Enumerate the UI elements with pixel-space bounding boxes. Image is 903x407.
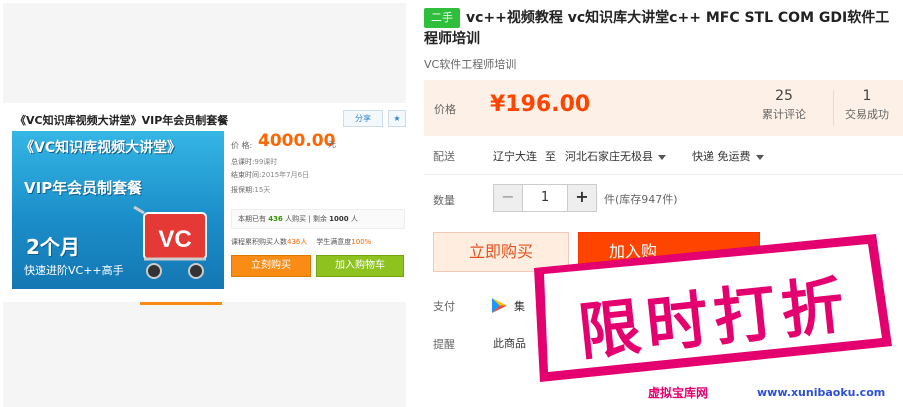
hint-label: 提醒 — [433, 338, 455, 351]
enrollment-stats: 本期已有 436 人购买 | 剩余 1000 人 — [231, 209, 405, 229]
reviews-label: 累计评论 — [762, 108, 806, 121]
ship-from: 辽宁大连 — [493, 150, 537, 163]
ship-destination-select[interactable]: 河北石家庄无极县 — [565, 148, 666, 164]
chevron-down-icon — [755, 154, 764, 160]
reviews-count: 25 — [775, 88, 793, 104]
ship-to-word: 至 — [545, 150, 556, 163]
shipping-label: 配送 — [433, 150, 455, 163]
product-title: vc++视频教程 vc知识库大讲堂c++ MFC STL COM GDI软件工程… — [424, 10, 890, 47]
reviews-stat[interactable]: 25 累计评论 — [762, 88, 806, 122]
watermark-url: www.xunibaoku.com — [757, 386, 886, 399]
product-image-card[interactable]: 《VC知识库视频大讲堂》VIP年会员制套餐 分享 ★ 《VC知识库视频大讲堂》 … — [3, 103, 406, 302]
card-buy-button[interactable]: 立刻购买 — [231, 255, 311, 277]
gallery-placeholder-top — [3, 3, 406, 103]
gallery-placeholder-bottom — [3, 302, 406, 407]
deals-stat[interactable]: 1 交易成功 — [845, 88, 889, 122]
second-hand-badge: 二手 — [424, 8, 460, 28]
meta-guarantee: 报保期:15天 — [231, 186, 271, 194]
stat-divider — [833, 90, 834, 126]
banner-title: 《VC知识库视频大讲堂》 — [20, 140, 182, 156]
payment-label: 支付 — [433, 300, 455, 313]
gallery-accent-strip — [140, 302, 222, 305]
course-banner-image: 《VC知识库视频大讲堂》 VIP年会员制套餐 VC 2个月 快速进阶VC++高手 — [12, 131, 224, 289]
satisfaction-stats: 课程累积购买人数436人 学生满意度100% — [231, 238, 372, 246]
card-price: 4000.00 — [258, 131, 336, 151]
share-button[interactable]: 分享 — [343, 110, 383, 127]
meta-end-date: 结束时间:2015年7月6日 — [231, 171, 310, 179]
product-price: ¥196.00 — [490, 92, 591, 117]
payment-method-icon — [492, 298, 507, 313]
quantity-decrease-button[interactable]: − — [494, 185, 522, 211]
product-subtitle: VC软件工程师培训 — [424, 58, 517, 71]
deals-label: 交易成功 — [845, 108, 889, 121]
meta-total-hours: 总课时:99课时 — [231, 158, 278, 166]
price-label: 价格 — [434, 103, 456, 116]
watermark-site-name: 虚拟宝库网 — [648, 386, 709, 400]
shopping-cart-icon: VC — [133, 205, 207, 279]
banner-tagline: 快速进阶VC++高手 — [24, 264, 124, 277]
quantity-increase-button[interactable]: + — [568, 185, 596, 211]
favorite-button[interactable]: ★ — [388, 110, 406, 127]
card-price-label: 价 格: — [231, 141, 253, 150]
divider — [424, 174, 903, 175]
price-panel: 价格 ¥196.00 25 累计评论 1 交易成功 — [424, 80, 903, 136]
quantity-stepper: − 1 + — [493, 184, 597, 212]
quantity-input[interactable]: 1 — [522, 185, 568, 211]
banner-subtitle: VIP年会员制套餐 — [24, 179, 143, 197]
svg-text:VC: VC — [158, 226, 191, 253]
hint-text: 此商品 — [493, 337, 526, 350]
chevron-down-icon — [658, 154, 666, 160]
card-price-unit: 元 — [328, 140, 336, 149]
payment-text: 集 — [514, 300, 525, 313]
card-title: 《VC知识库视频大讲堂》VIP年会员制套餐 — [15, 114, 229, 127]
deals-count: 1 — [862, 88, 872, 104]
banner-duration: 2个月 — [26, 235, 80, 259]
card-add-cart-button[interactable]: 加入购物车 — [316, 255, 404, 277]
stock-info: 件(库存947件) — [604, 193, 678, 206]
quantity-label: 数量 — [433, 194, 455, 207]
limited-discount-badge: 限时打折 — [534, 234, 892, 382]
ship-method-select[interactable]: 快递 免运费 — [692, 148, 764, 164]
